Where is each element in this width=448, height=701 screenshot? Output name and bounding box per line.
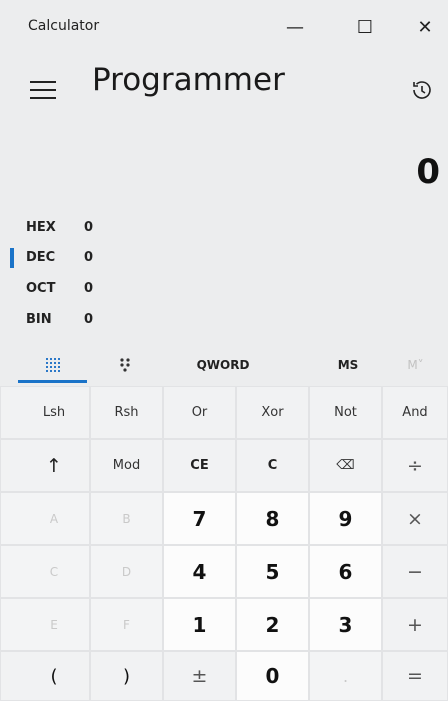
add-button[interactable]: + (382, 598, 448, 651)
and-button[interactable]: And (382, 386, 448, 439)
divide-button[interactable]: ÷ (382, 439, 448, 492)
selected-indicator (10, 248, 14, 268)
decimal-button: . (309, 651, 382, 701)
lsh-button[interactable]: Lsh (0, 386, 90, 439)
radix-hex[interactable]: HEX 0 (0, 216, 448, 242)
close-button[interactable]: ✕ (405, 12, 445, 42)
hex-e-button: E (0, 598, 90, 651)
keypad-toolbar: QWORD MS M˅ (18, 352, 448, 383)
radix-oct[interactable]: OCT 0 (0, 277, 448, 303)
rsh-button[interactable]: Rsh (90, 386, 163, 439)
digit-5-button[interactable]: 5 (236, 545, 309, 598)
history-icon[interactable] (410, 78, 434, 102)
radix-value: 0 (84, 281, 94, 296)
minimize-button[interactable]: — (275, 12, 315, 42)
hex-f-button: F (90, 598, 163, 651)
digit-7-button[interactable]: 7 (163, 492, 236, 545)
hex-a-button: A (0, 492, 90, 545)
word-size-button[interactable]: QWORD (168, 352, 278, 378)
subtract-button[interactable]: − (382, 545, 448, 598)
open-paren-button[interactable]: ( (0, 651, 90, 701)
digit-0-button[interactable]: 0 (236, 651, 309, 701)
result-display: 0 (416, 152, 440, 192)
keypad-icon[interactable] (18, 352, 87, 378)
maximize-button[interactable]: ☐ (345, 12, 385, 42)
bit-toggle-icon[interactable] (90, 352, 160, 378)
negate-button[interactable]: ± (163, 651, 236, 701)
digit-8-button[interactable]: 8 (236, 492, 309, 545)
memory-store-button[interactable]: MS (323, 352, 373, 378)
multiply-button[interactable]: × (382, 492, 448, 545)
memory-recall-button: M˅ (407, 358, 424, 372)
hex-c-button: C (0, 545, 90, 598)
xor-button[interactable]: Xor (236, 386, 309, 439)
radix-label: BIN (26, 312, 52, 327)
radix-value: 0 (84, 220, 94, 235)
radix-label: DEC (26, 250, 56, 265)
radix-label: OCT (26, 281, 56, 296)
backspace-button[interactable]: ⌫ (309, 439, 382, 492)
keypad-grid: Lsh Rsh Or Xor Not And ↑ Mod CE C ⌫ ÷ A … (0, 386, 448, 701)
digit-6-button[interactable]: 6 (309, 545, 382, 598)
hamburger-icon[interactable] (30, 81, 56, 101)
hex-d-button: D (90, 545, 163, 598)
digit-2-button[interactable]: 2 (236, 598, 309, 651)
mode-title: Programmer (92, 62, 285, 98)
radix-label: HEX (26, 220, 56, 235)
title-bar: Calculator — ☐ ✕ (0, 0, 448, 52)
shift-up-button[interactable]: ↑ (0, 439, 90, 492)
radix-value: 0 (84, 312, 94, 327)
equals-button[interactable]: = (382, 651, 448, 701)
digit-9-button[interactable]: 9 (309, 492, 382, 545)
radix-dec[interactable]: DEC 0 (0, 246, 448, 272)
selected-tab-indicator (18, 380, 87, 383)
radix-value: 0 (84, 250, 94, 265)
not-button[interactable]: Not (309, 386, 382, 439)
digit-1-button[interactable]: 1 (163, 598, 236, 651)
radix-bin[interactable]: BIN 0 (0, 308, 448, 334)
app-title: Calculator (28, 18, 100, 34)
clear-entry-button[interactable]: CE (163, 439, 236, 492)
close-paren-button[interactable]: ) (90, 651, 163, 701)
digit-3-button[interactable]: 3 (309, 598, 382, 651)
digit-4-button[interactable]: 4 (163, 545, 236, 598)
or-button[interactable]: Or (163, 386, 236, 439)
clear-button[interactable]: C (236, 439, 309, 492)
mod-button[interactable]: Mod (90, 439, 163, 492)
hex-b-button: B (90, 492, 163, 545)
